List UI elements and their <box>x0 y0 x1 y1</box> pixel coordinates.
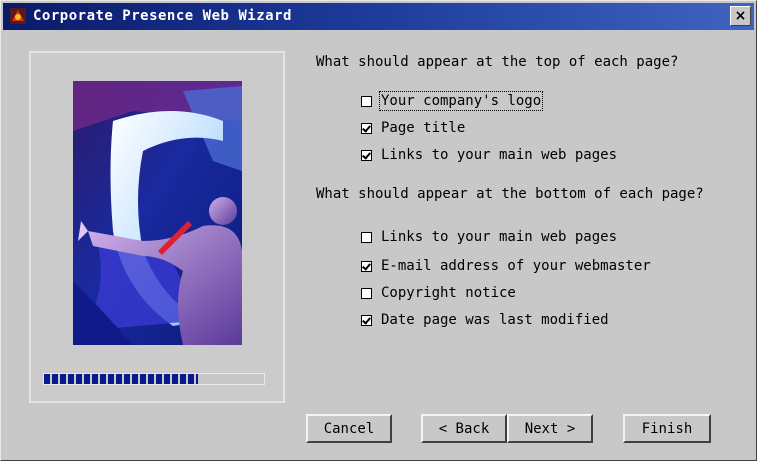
option-label: Page title <box>381 120 466 136</box>
progress-bar <box>43 373 265 385</box>
progress-bar-fill <box>44 374 198 384</box>
wizard-illustration-panel <box>29 51 285 403</box>
checkbox[interactable] <box>361 260 372 272</box>
option-label: E-mail address of your webmaster <box>381 258 651 274</box>
bottom-section-question: What should appear at the bottom of each… <box>316 186 704 202</box>
checkbox[interactable] <box>361 95 372 107</box>
wizard-app-icon <box>10 8 26 24</box>
checkbox[interactable] <box>361 149 372 161</box>
checkbox-option-top-links[interactable]: Links to your main web pages <box>361 145 617 165</box>
option-label: Links to your main web pages <box>381 229 618 245</box>
checkbox[interactable] <box>361 314 372 326</box>
checkbox-option-company-logo[interactable]: Your company's logo <box>361 91 544 111</box>
finish-button[interactable]: Finish <box>623 414 711 443</box>
option-label: Links to your main web pages <box>381 147 618 163</box>
checkbox-option-page-title[interactable]: Page title <box>361 118 465 138</box>
checkbox-option-date-modified[interactable]: Date page was last modified <box>361 310 609 330</box>
checkbox-option-webmaster-email[interactable]: E-mail address of your webmaster <box>361 256 651 276</box>
close-icon: × <box>734 8 747 24</box>
top-section-question: What should appear at the top of each pa… <box>316 54 679 70</box>
wizard-illustration <box>73 81 242 345</box>
checkbox-option-bottom-links[interactable]: Links to your main web pages <box>361 227 617 247</box>
next-button[interactable]: Next > <box>507 414 593 443</box>
checkbox[interactable] <box>361 287 372 299</box>
window-title: Corporate Presence Web Wizard <box>33 8 292 24</box>
title-bar[interactable]: Corporate Presence Web Wizard × <box>3 3 754 30</box>
back-button[interactable]: < Back <box>421 414 507 443</box>
close-button[interactable]: × <box>730 6 751 26</box>
checkbox-option-copyright[interactable]: Copyright notice <box>361 283 516 303</box>
option-label: Copyright notice <box>381 285 516 301</box>
option-label: Date page was last modified <box>381 312 609 328</box>
checkbox[interactable] <box>361 122 372 134</box>
cancel-button[interactable]: Cancel <box>306 414 392 443</box>
wizard-window: Corporate Presence Web Wizard × What sho… <box>0 0 757 461</box>
option-label: Your company's logo <box>378 91 544 111</box>
checkbox[interactable] <box>361 231 372 243</box>
